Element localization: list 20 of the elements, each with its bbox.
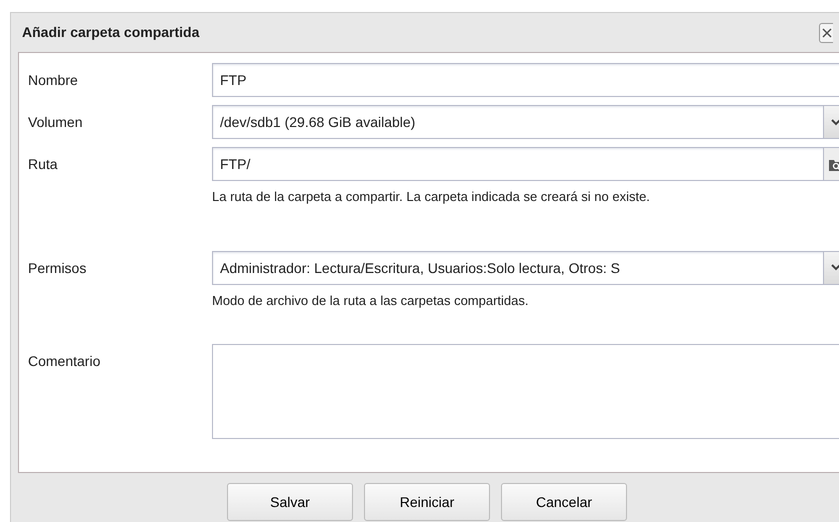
help-text: Modo de archivo de la ruta a las carpetas compartidas. [212,292,530,310]
dialog-button[interactable]: Reiniciar [364,483,490,521]
help-text: La ruta de la carpeta a compartir. La carpeta indicada se creará si no existe. [212,188,651,206]
dropdown-field[interactable]: /dev/sdb1 (29.68 GiB available) [212,105,839,139]
comment-field[interactable] [212,344,839,439]
chevron-down-icon [830,264,839,271]
field-label: Ruta [27,155,59,174]
folder-search-icon [828,158,839,170]
field-label: Comentario [27,352,102,371]
dialog-button[interactable]: Salvar [227,483,353,521]
input-field[interactable]: FTP/ [212,147,839,181]
window-title: Añadir carpeta compartida [22,23,200,42]
dialog-button[interactable]: Cancelar [501,483,627,521]
dropdown-field[interactable]: Administrador: Lectura/Escritura, Usuarios:Solo lectura, Otros: S [212,250,839,284]
chevron-down-icon [830,118,839,126]
close-icon[interactable] [819,22,833,42]
field-label: Volumen [27,113,84,132]
field-label: Permisos [27,258,88,278]
field-label: Nombre [27,71,79,90]
input-field[interactable]: FTP [212,63,839,97]
